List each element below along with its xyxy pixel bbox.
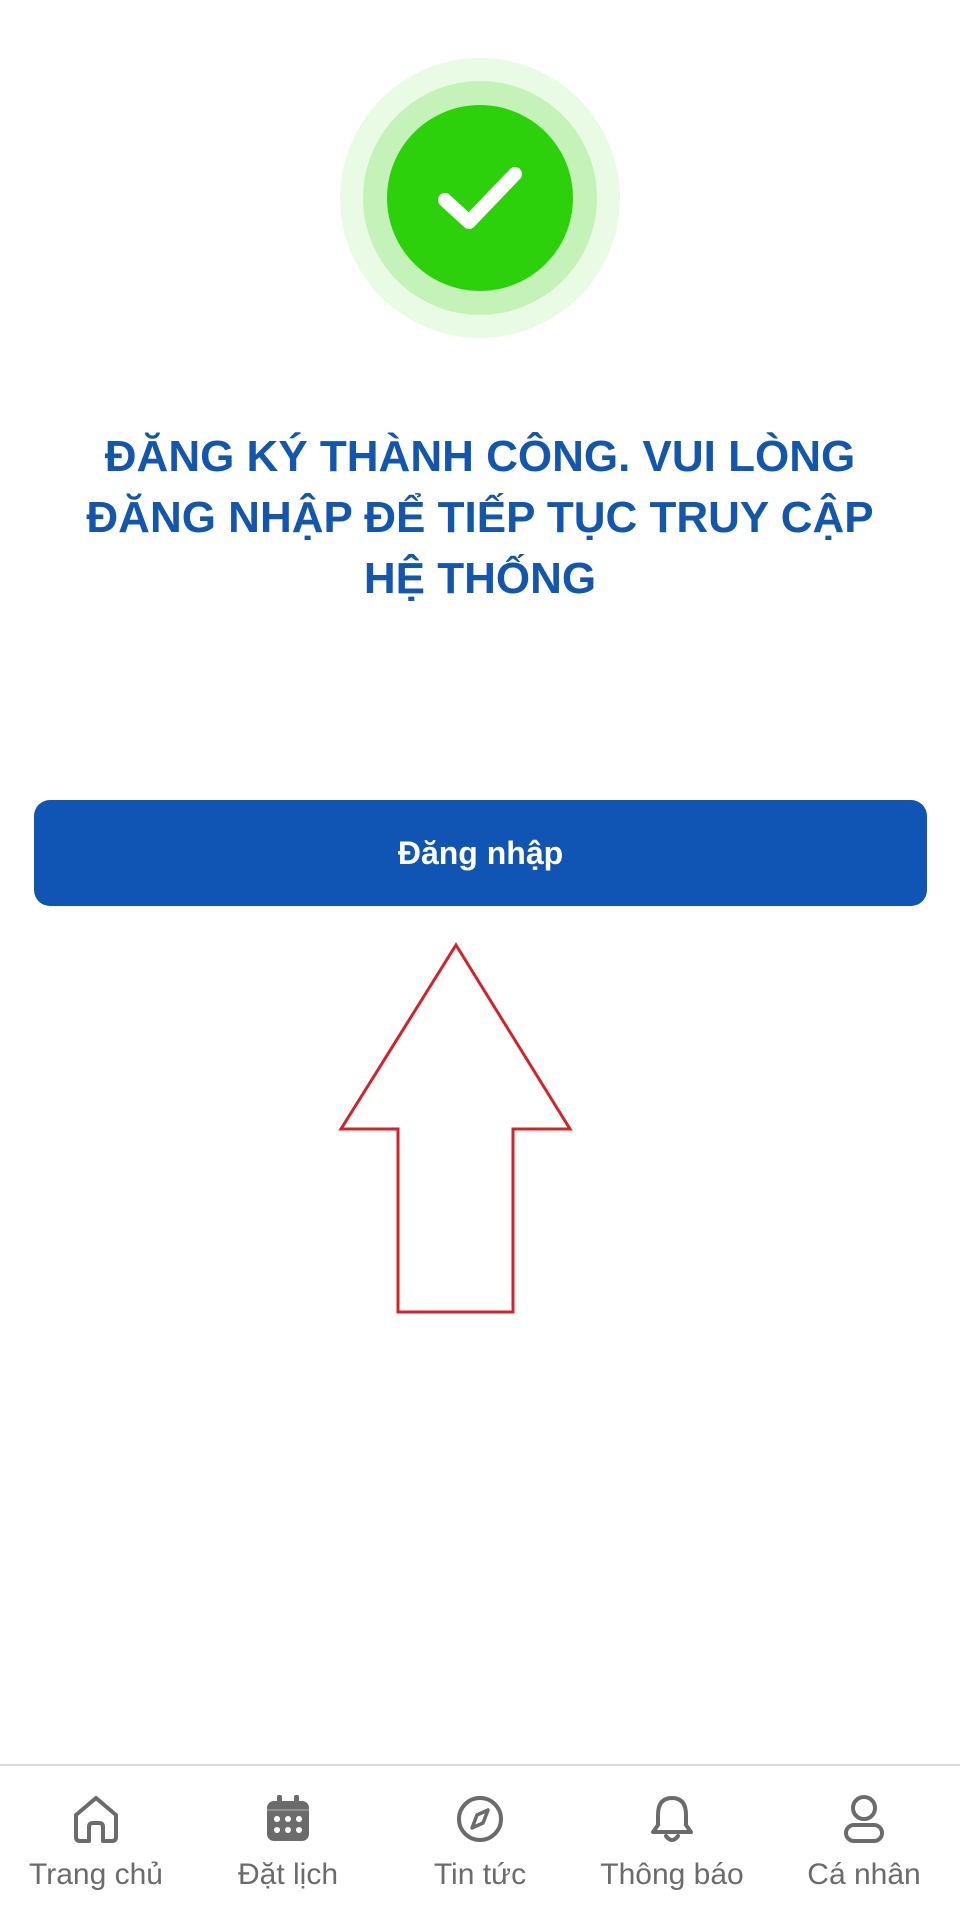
success-message-line-3: HỆ THỐNG <box>363 554 597 603</box>
nav-item-profile-label: Cá nhân <box>807 1858 921 1891</box>
user-icon <box>844 1795 884 1843</box>
bell-icon <box>651 1796 693 1842</box>
success-message-line-1: ĐĂNG KÝ THÀNH CÔNG. VUI LÒNG <box>104 432 856 481</box>
nav-item-home[interactable]: Trang chủ <box>0 1766 192 1925</box>
login-button[interactable]: Đăng nhập <box>34 800 927 906</box>
nav-item-notifications-label: Thông báo <box>600 1858 744 1891</box>
nav-item-schedule[interactable]: Đặt lịch <box>192 1766 384 1925</box>
nav-item-news-label: Tin tức <box>433 1858 527 1891</box>
success-message-line-2: ĐĂNG NHẬP ĐỂ TIẾP TỤC TRUY CẬP <box>86 493 874 542</box>
compass-icon <box>457 1796 503 1842</box>
up-arrow-icon <box>338 942 573 1314</box>
nav-item-home-label: Trang chủ <box>29 1858 163 1891</box>
login-button-label: Đăng nhập <box>397 834 564 871</box>
bottom-navigation: Trang chủ Đặt lịch Tin tức Thông báo Cá … <box>0 1764 960 1925</box>
check-icon <box>438 167 522 229</box>
success-message: ĐĂNG KÝ THÀNH CÔNG. VUI LÒNG ĐĂNG NHẬP Đ… <box>40 426 920 609</box>
nav-item-notifications[interactable]: Thông báo <box>576 1766 768 1925</box>
calendar-icon <box>267 1795 309 1841</box>
success-badge <box>340 58 620 338</box>
home-icon <box>74 1796 118 1843</box>
registration-success-screen: ĐĂNG KÝ THÀNH CÔNG. VUI LÒNG ĐĂNG NHẬP Đ… <box>0 0 960 1925</box>
nav-item-profile[interactable]: Cá nhân <box>768 1766 960 1925</box>
nav-item-schedule-label: Đặt lịch <box>237 1858 339 1891</box>
nav-item-news[interactable]: Tin tức <box>384 1766 576 1925</box>
